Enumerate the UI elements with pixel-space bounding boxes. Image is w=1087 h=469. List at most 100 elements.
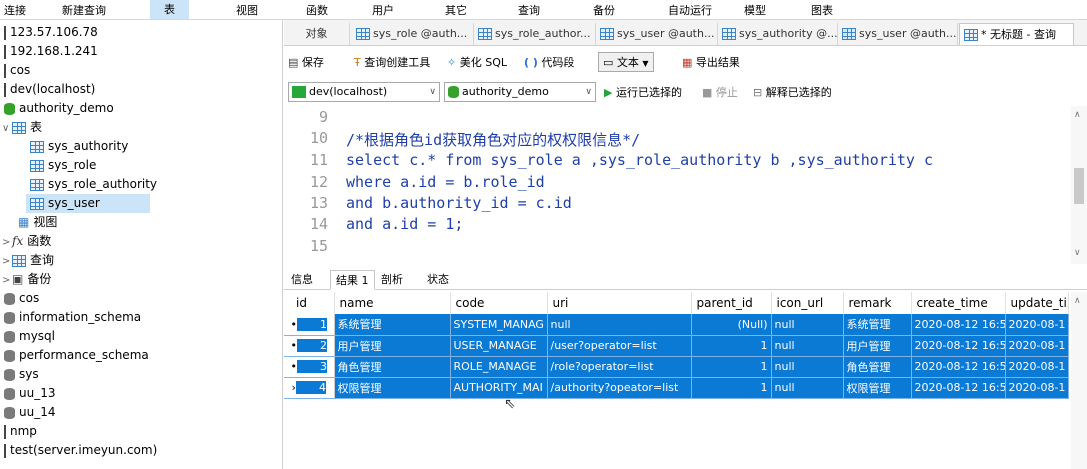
table-cell[interactable]: /user?operator=list [547, 335, 692, 357]
table-cell[interactable]: 2020-08-12 16:5 [911, 335, 1006, 357]
chevron-down-icon[interactable]: ∨ [1074, 248, 1081, 258]
table-cell[interactable]: 系统管理 [843, 314, 912, 336]
table-row[interactable]: • 3 角色管理 ROLE_MANAGE /role?operator=list … [284, 356, 1069, 378]
tree-item-database-active[interactable]: authority_demo [4, 99, 114, 118]
table-cell[interactable]: 用户管理 [334, 335, 451, 357]
table-cell[interactable]: /authority?opeator=list [547, 377, 692, 399]
editor-scrollbar[interactable]: ∧ ∨ [1071, 106, 1087, 264]
table-cell[interactable]: 2020-08-1 [1005, 377, 1069, 399]
chevron-right-icon[interactable]: > [2, 252, 12, 271]
table-cell[interactable]: 角色管理 [334, 356, 451, 378]
menu-user[interactable]: 用户 [372, 2, 394, 18]
sql-editor[interactable]: 9 10 11 12 13 14 15 /*根据角色id获取角色对应的权权限信息… [284, 106, 1087, 264]
table-cell[interactable]: 2020-08-12 16:5 [911, 377, 1006, 399]
tab-profile[interactable]: 剖析 [376, 270, 408, 290]
tab-objects[interactable]: 对象 [284, 23, 350, 45]
table-cell[interactable]: 2020-08-1 [1005, 335, 1069, 357]
column-header[interactable]: parent_id [691, 292, 772, 314]
tab-sys-user-design[interactable]: sys_user @auth... [838, 23, 958, 45]
column-header[interactable]: remark [843, 292, 912, 314]
column-header[interactable]: code [450, 292, 548, 314]
tree-item-table[interactable]: sys_authority [30, 137, 128, 156]
tree-item-database[interactable]: performance_schema [4, 346, 149, 365]
tree-item-tables-folder[interactable]: ∨ 表 [2, 118, 42, 137]
tab-sys-authority[interactable]: sys_authority @... [718, 23, 838, 45]
table-cell[interactable]: 1 [691, 356, 772, 378]
table-cell[interactable]: /role?operator=list [547, 356, 692, 378]
query-builder-button[interactable]: Ŧ 查询创建工具 [354, 53, 430, 73]
chevron-down-icon[interactable]: ∨ [2, 119, 12, 138]
table-cell[interactable]: null [771, 356, 844, 378]
table-row[interactable]: • 2 用户管理 USER_MANAGE /user?operator=list … [284, 335, 1069, 357]
chevron-down-icon[interactable]: ▼ [642, 59, 648, 68]
tree-item-database[interactable]: mysql [4, 327, 55, 346]
menu-chart[interactable]: 图表 [811, 2, 833, 18]
table-cell[interactable]: 2020-08-12 16:5 [911, 356, 1006, 378]
tree-item-table-selected[interactable]: sys_user [26, 194, 150, 213]
stop-button[interactable]: ■ 停止 [702, 83, 738, 103]
result-grid[interactable]: id name code uri parent_id icon_url rema… [284, 292, 1087, 469]
save-button[interactable]: ▤ 保存 [288, 53, 324, 73]
text-mode-button[interactable]: ▭ 文本 ▼ [598, 52, 654, 72]
table-cell[interactable]: null [771, 377, 844, 399]
tree-item-database[interactable]: sys [4, 365, 39, 384]
tree-item-queries[interactable]: > 查询 [2, 251, 54, 270]
tree-item-database[interactable]: cos [4, 289, 39, 308]
connection-select[interactable]: dev(localhost) ∨ [288, 82, 440, 102]
table-cell[interactable]: 角色管理 [843, 356, 912, 378]
table-cell[interactable]: 1 [691, 335, 772, 357]
chevron-up-icon[interactable]: ∧ [1074, 296, 1081, 306]
tree-item-backups[interactable]: > ▣ 备份 [2, 270, 51, 289]
column-header[interactable]: create_time [911, 292, 1006, 314]
table-cell[interactable]: null [771, 314, 844, 336]
table-cell[interactable]: null [771, 335, 844, 357]
table-cell[interactable]: null [547, 314, 692, 336]
chevron-right-icon[interactable]: > [2, 233, 12, 252]
menu-connection[interactable]: 连接 [4, 2, 26, 18]
tree-item-database[interactable]: uu_14 [4, 403, 55, 422]
column-header[interactable]: update_tin [1005, 292, 1069, 314]
tab-result-1[interactable]: 结果 1 [330, 270, 375, 290]
scrollbar-thumb[interactable] [1074, 168, 1084, 204]
menu-other[interactable]: 其它 [445, 2, 467, 18]
menu-model[interactable]: 模型 [744, 2, 766, 18]
tree-item-database[interactable]: information_schema [4, 308, 141, 327]
chevron-up-icon[interactable]: ∧ [1074, 110, 1081, 120]
table-cell[interactable]: 权限管理 [334, 377, 451, 399]
table-cell[interactable]: 用户管理 [843, 335, 912, 357]
table-cell[interactable]: 1 [691, 377, 772, 399]
table-cell[interactable]: 2020-08-12 16:5 [911, 314, 1006, 336]
code-snippet-button[interactable]: ( ) 代码段 [524, 53, 574, 73]
beautify-sql-button[interactable]: ✧ 美化 SQL [447, 53, 507, 73]
column-header[interactable]: name [334, 292, 451, 314]
table-cell[interactable]: 2020-08-1 [1005, 314, 1069, 336]
tree-item-connection[interactable]: nmp [4, 422, 37, 441]
export-results-button[interactable]: ▦ 导出结果 [682, 53, 740, 73]
table-cell[interactable]: ROLE_MANAGE [450, 356, 548, 378]
tree-item-table[interactable]: sys_role [30, 156, 96, 175]
tree-item-functions[interactable]: > fx 函数 [2, 232, 51, 251]
menu-function[interactable]: 函数 [306, 2, 328, 18]
chevron-right-icon[interactable]: > [2, 271, 12, 290]
column-header[interactable]: uri [547, 292, 692, 314]
database-select[interactable]: authority_demo ∨ [444, 82, 596, 102]
menu-table[interactable]: 表 [150, 0, 189, 19]
table-row[interactable]: › 4 权限管理 AUTHORITY_MAI /authority?opeator… [284, 377, 1069, 399]
tree-item-connection[interactable]: test(server.imeyun.com) [4, 441, 157, 460]
explain-selected-button[interactable]: ⊟ 解释已选择的 [753, 83, 832, 103]
tree-item-connection[interactable]: 192.168.1.241 [4, 42, 98, 61]
table-cell[interactable]: 2020-08-1 [1005, 356, 1069, 378]
table-cell[interactable]: AUTHORITY_MAI [450, 377, 548, 399]
tab-status[interactable]: 状态 [422, 270, 454, 290]
table-cell[interactable]: USER_MANAGE [450, 335, 548, 357]
column-header[interactable]: icon_url [771, 292, 844, 314]
tab-untitled-query[interactable]: * 无标题 - 查询 [959, 23, 1074, 45]
table-cell[interactable]: 权限管理 [843, 377, 912, 399]
menu-automation[interactable]: 自动运行 [668, 2, 712, 18]
run-selected-button[interactable]: ▶ 运行已选择的 [604, 83, 682, 103]
grid-scrollbar[interactable]: ∧ [1071, 292, 1087, 469]
tab-sys-user[interactable]: sys_user @auth... [596, 23, 718, 45]
menu-view[interactable]: 视图 [236, 2, 258, 18]
tree-item-connection[interactable]: 123.57.106.78 [4, 23, 98, 42]
table-row[interactable]: • 1 系统管理 SYSTEM_MANAG null (Null) null 系统… [284, 314, 1069, 336]
